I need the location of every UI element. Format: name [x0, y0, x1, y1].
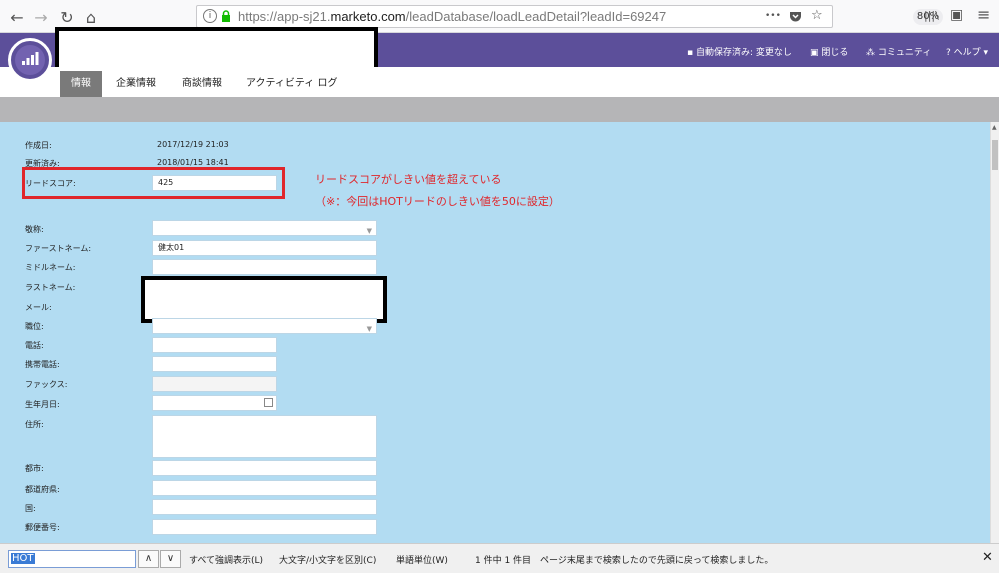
postal-code-input[interactable]	[152, 519, 377, 535]
url-bar[interactable]: i https://app-sj21.marketo.com/leadDatab…	[196, 5, 943, 28]
mobile-label: 携帯電話:	[25, 360, 60, 369]
postal-code-label: 郵便番号:	[25, 523, 60, 532]
tab-opportunity[interactable]: 商談情報	[182, 71, 222, 97]
state-input[interactable]	[152, 480, 377, 496]
find-previous-button[interactable]: ∧	[138, 550, 159, 568]
help-link[interactable]: ? ヘルプ ▾	[946, 45, 988, 58]
created-label: 作成日:	[25, 141, 52, 150]
middlename-label: ミドルネーム:	[25, 263, 76, 272]
tab-activity-log[interactable]: アクティビティ ログ	[246, 71, 337, 97]
marketo-logo[interactable]	[8, 38, 52, 82]
mobile-input[interactable]	[152, 356, 277, 372]
tab-info[interactable]: 情報	[60, 71, 102, 97]
info-icon[interactable]: i	[203, 9, 217, 23]
email-label: メール:	[25, 303, 52, 312]
menu-icon[interactable]: ≡	[977, 5, 990, 24]
library-icon[interactable]: |||\	[924, 9, 939, 22]
chevron-down-icon: ▾	[983, 48, 989, 58]
annotation-line-1: リードスコアがしきい値を超えている	[315, 173, 502, 186]
annotation-line-2: （※：今回はHOTリードのしきい値を50に設定）	[315, 195, 560, 208]
job-title-select[interactable]: ▼	[152, 318, 377, 334]
firstname-label: ファーストネーム:	[25, 244, 92, 253]
chevron-down-icon: ▼	[366, 227, 372, 235]
scroll-thumb[interactable]	[992, 140, 998, 170]
close-icon: ▣	[810, 48, 819, 58]
signal-bars-icon	[22, 52, 39, 65]
back-icon[interactable]: ←	[6, 6, 28, 28]
phone-input[interactable]	[152, 337, 277, 353]
find-bar: HOT ∧ ∨ すべて強調表示(L) 大文字/小文字を区別(C) 単語単位(W)…	[0, 543, 999, 573]
salutation-select[interactable]: ▼	[152, 220, 377, 236]
redacted-record-name	[55, 27, 378, 72]
address-textarea[interactable]	[152, 415, 377, 458]
lock-icon	[222, 10, 230, 22]
forward-icon[interactable]: →	[30, 6, 52, 28]
more-icon[interactable]: •••	[765, 11, 781, 21]
help-icon: ?	[946, 48, 951, 58]
autosave-status: ▪ 自動保存済み: 変更なし	[687, 48, 792, 58]
url-text[interactable]: https://app-sj21.marketo.com/leadDatabas…	[238, 9, 666, 24]
save-icon: ▪	[687, 48, 694, 58]
birthday-input[interactable]	[152, 395, 277, 411]
reload-icon[interactable]: ↻	[56, 6, 78, 28]
phone-label: 電話:	[25, 341, 44, 350]
highlight-all-toggle[interactable]: すべて強調表示(L)	[189, 553, 263, 566]
close-icon[interactable]: ✕	[982, 550, 993, 565]
country-label: 国:	[25, 504, 36, 513]
whole-words-toggle[interactable]: 単語単位(W)	[396, 553, 448, 566]
community-link[interactable]: ⁂ コミュニティ	[866, 45, 931, 58]
sidebar-icon[interactable]: ▣	[950, 7, 963, 23]
match-case-toggle[interactable]: 大文字/小文字を区別(C)	[279, 553, 376, 566]
find-input[interactable]: HOT	[8, 550, 136, 568]
birthday-label: 生年月日:	[25, 400, 60, 409]
city-label: 都市:	[25, 464, 44, 473]
state-label: 都道府県:	[25, 485, 60, 494]
middlename-input[interactable]	[152, 259, 377, 275]
fax-input[interactable]	[152, 376, 277, 392]
close-link[interactable]: ▣ 閉じる	[810, 45, 848, 58]
city-input[interactable]	[152, 460, 377, 476]
chevron-down-icon: ▼	[366, 325, 372, 333]
lead-score-input[interactable]: 425	[152, 175, 277, 191]
lead-score-label: リードスコア:	[25, 179, 76, 188]
redacted-name-email	[141, 276, 387, 323]
home-icon[interactable]: ⌂	[80, 6, 102, 28]
lead-detail-form: 作成日: 2017/12/19 21:03 更新済み: 2018/01/15 1…	[0, 122, 990, 543]
fax-label: ファックス:	[25, 380, 68, 389]
tab-company[interactable]: 企業情報	[116, 71, 156, 97]
job-title-label: 職位:	[25, 322, 44, 331]
scroll-up-icon[interactable]: ▲	[992, 124, 997, 131]
community-icon: ⁂	[866, 48, 875, 58]
firstname-input[interactable]: 健太01	[152, 240, 377, 256]
created-value: 2017/12/19 21:03	[157, 140, 229, 149]
salutation-label: 敬称:	[25, 225, 44, 234]
calendar-icon[interactable]	[264, 398, 273, 407]
page-scrollbar[interactable]: ▲	[990, 122, 999, 543]
address-label: 住所:	[25, 420, 44, 429]
find-next-button[interactable]: ∨	[160, 550, 181, 568]
toolbar-strip	[0, 97, 999, 122]
pocket-icon[interactable]	[789, 10, 802, 23]
lastname-label: ラストネーム:	[25, 283, 76, 292]
country-input[interactable]	[152, 499, 377, 515]
find-status: 1 件中 1 件目 ページ末尾まで検索したので先頭に戻って検索しました。	[475, 556, 774, 566]
bookmark-star-icon[interactable]: ☆	[811, 8, 823, 23]
updated-value: 2018/01/15 18:41	[157, 158, 229, 167]
